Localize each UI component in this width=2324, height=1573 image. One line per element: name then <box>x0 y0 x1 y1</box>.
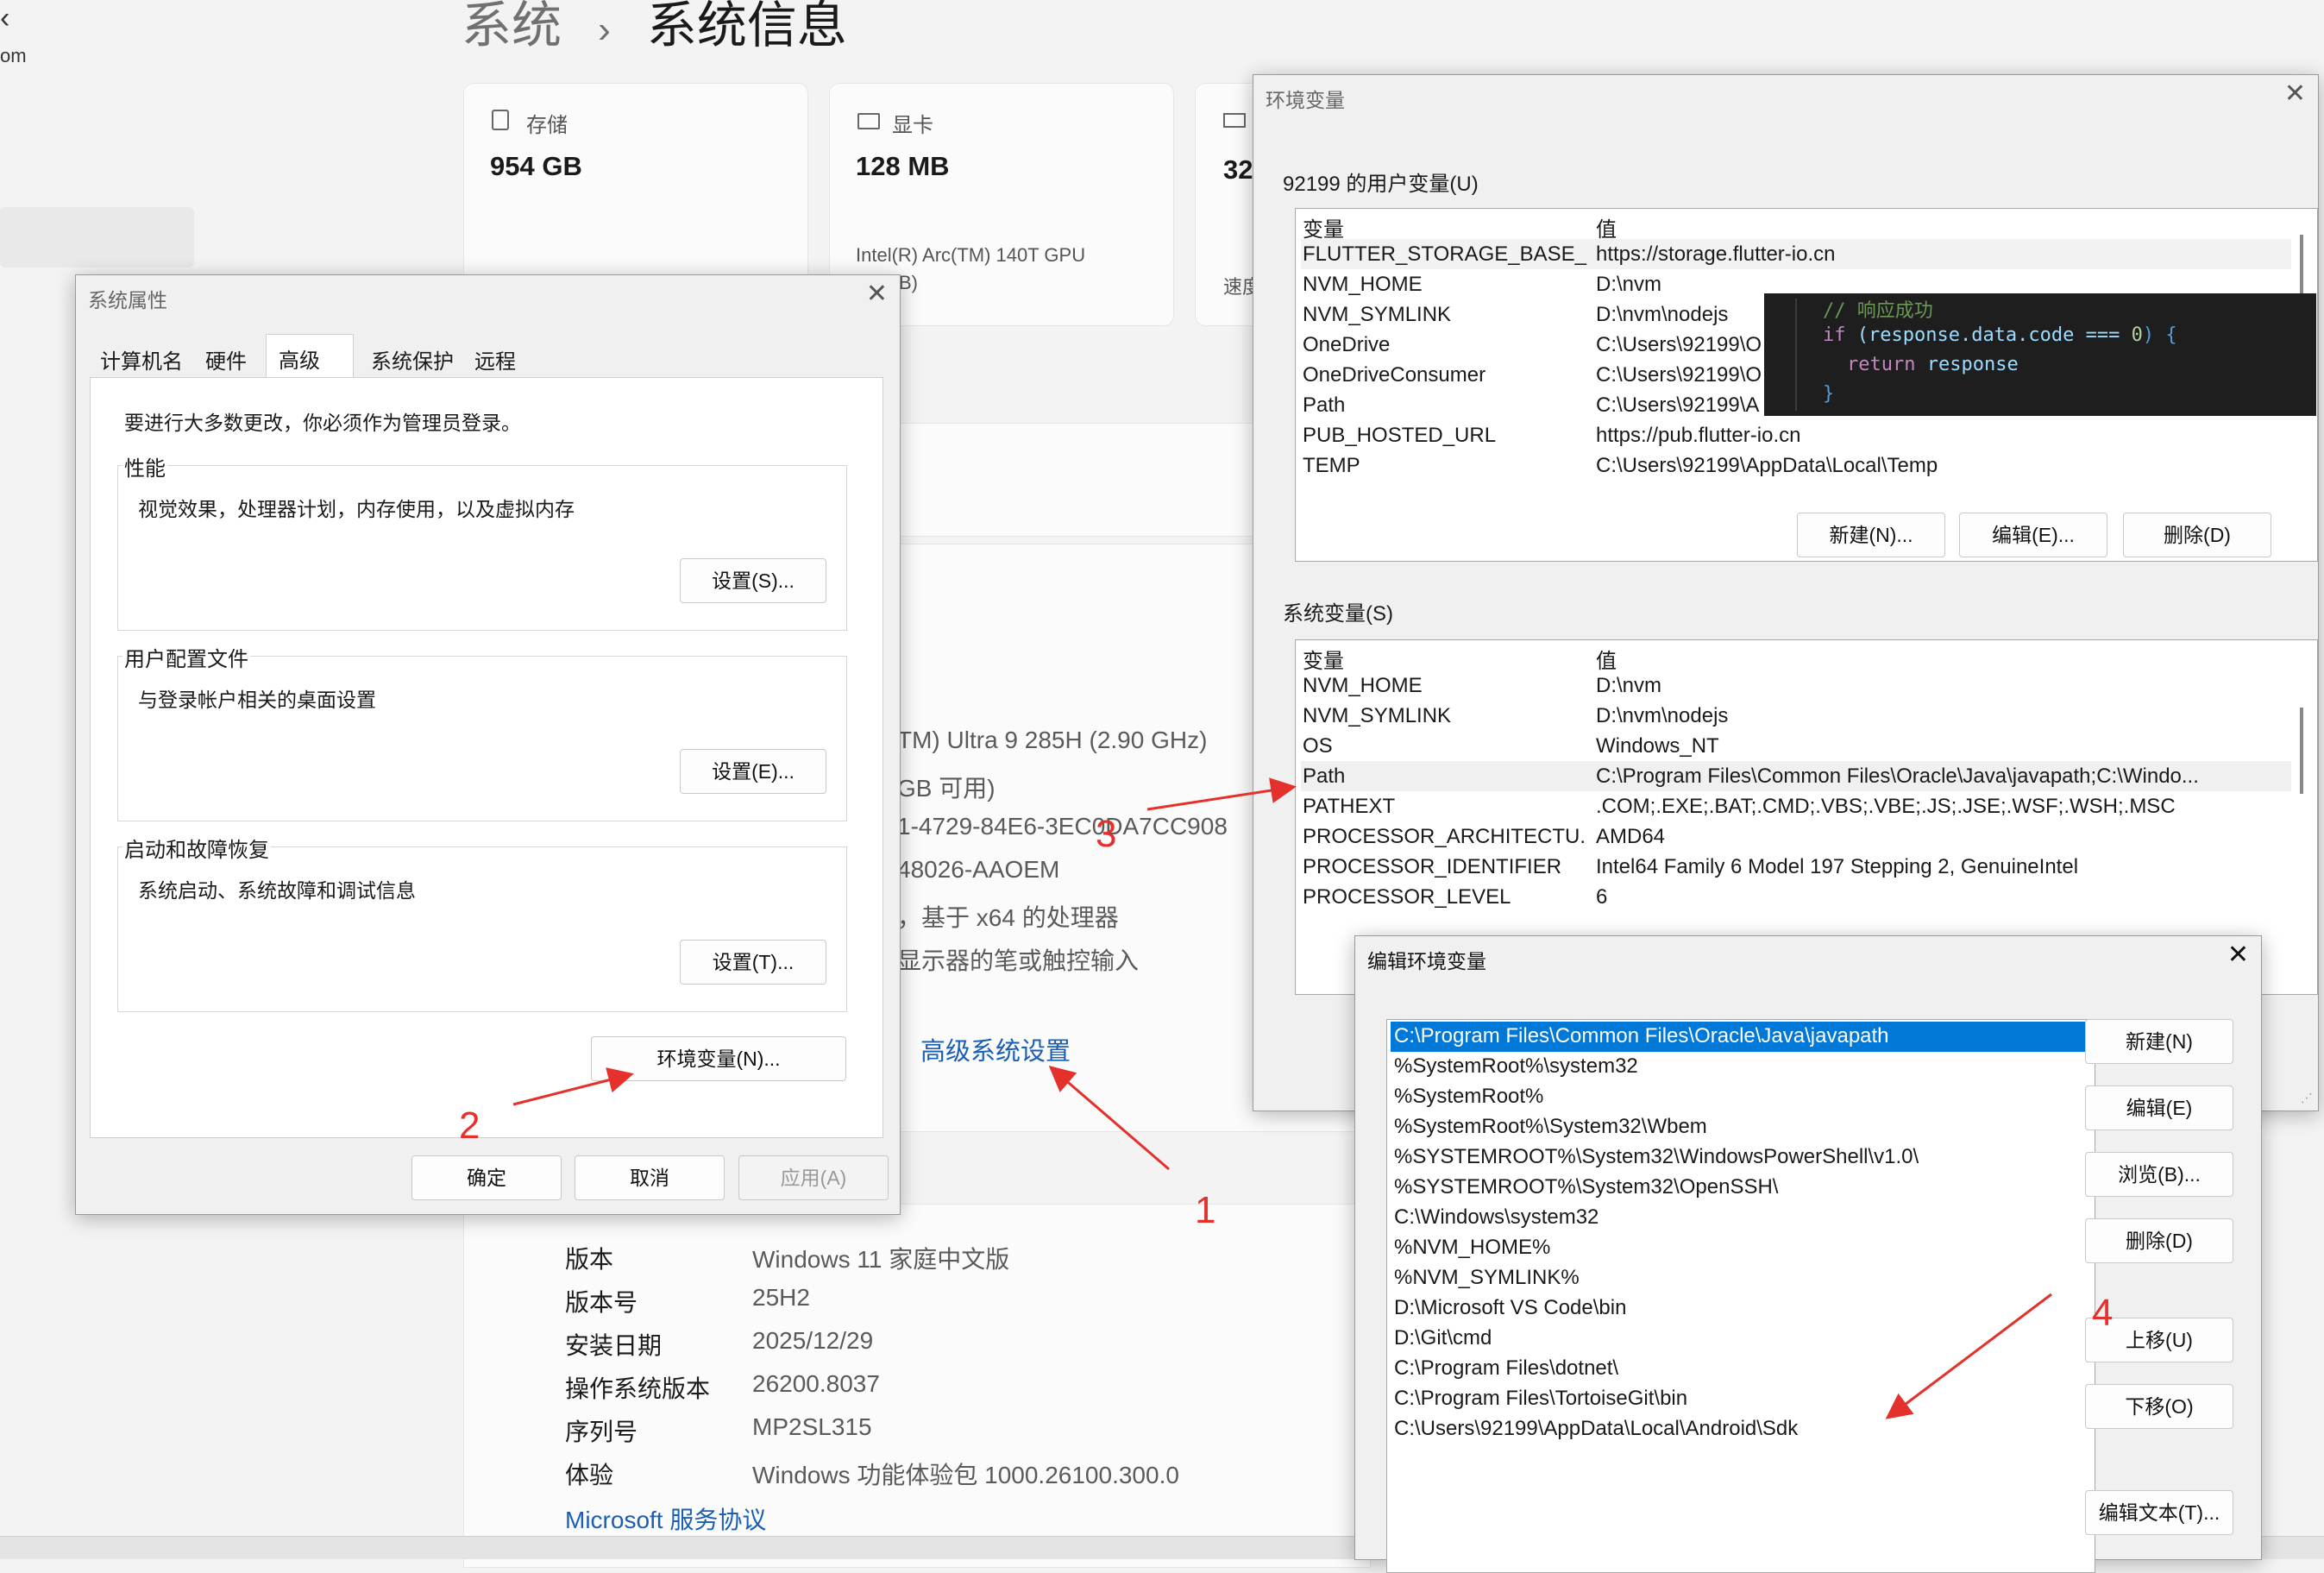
annotation-arrows <box>512 777 2052 1419</box>
annotation-number-3: 3 <box>1096 813 1117 855</box>
arrow-4 <box>1885 1293 2052 1419</box>
arrow-2 <box>512 1067 634 1106</box>
annotation-number-1: 1 <box>1195 1189 1216 1231</box>
annotation-number-2: 2 <box>459 1104 481 1147</box>
annotation-number-4: 4 <box>2092 1292 2114 1334</box>
arrow-1 <box>1048 1066 1170 1171</box>
arrow-3 <box>1146 777 1297 811</box>
